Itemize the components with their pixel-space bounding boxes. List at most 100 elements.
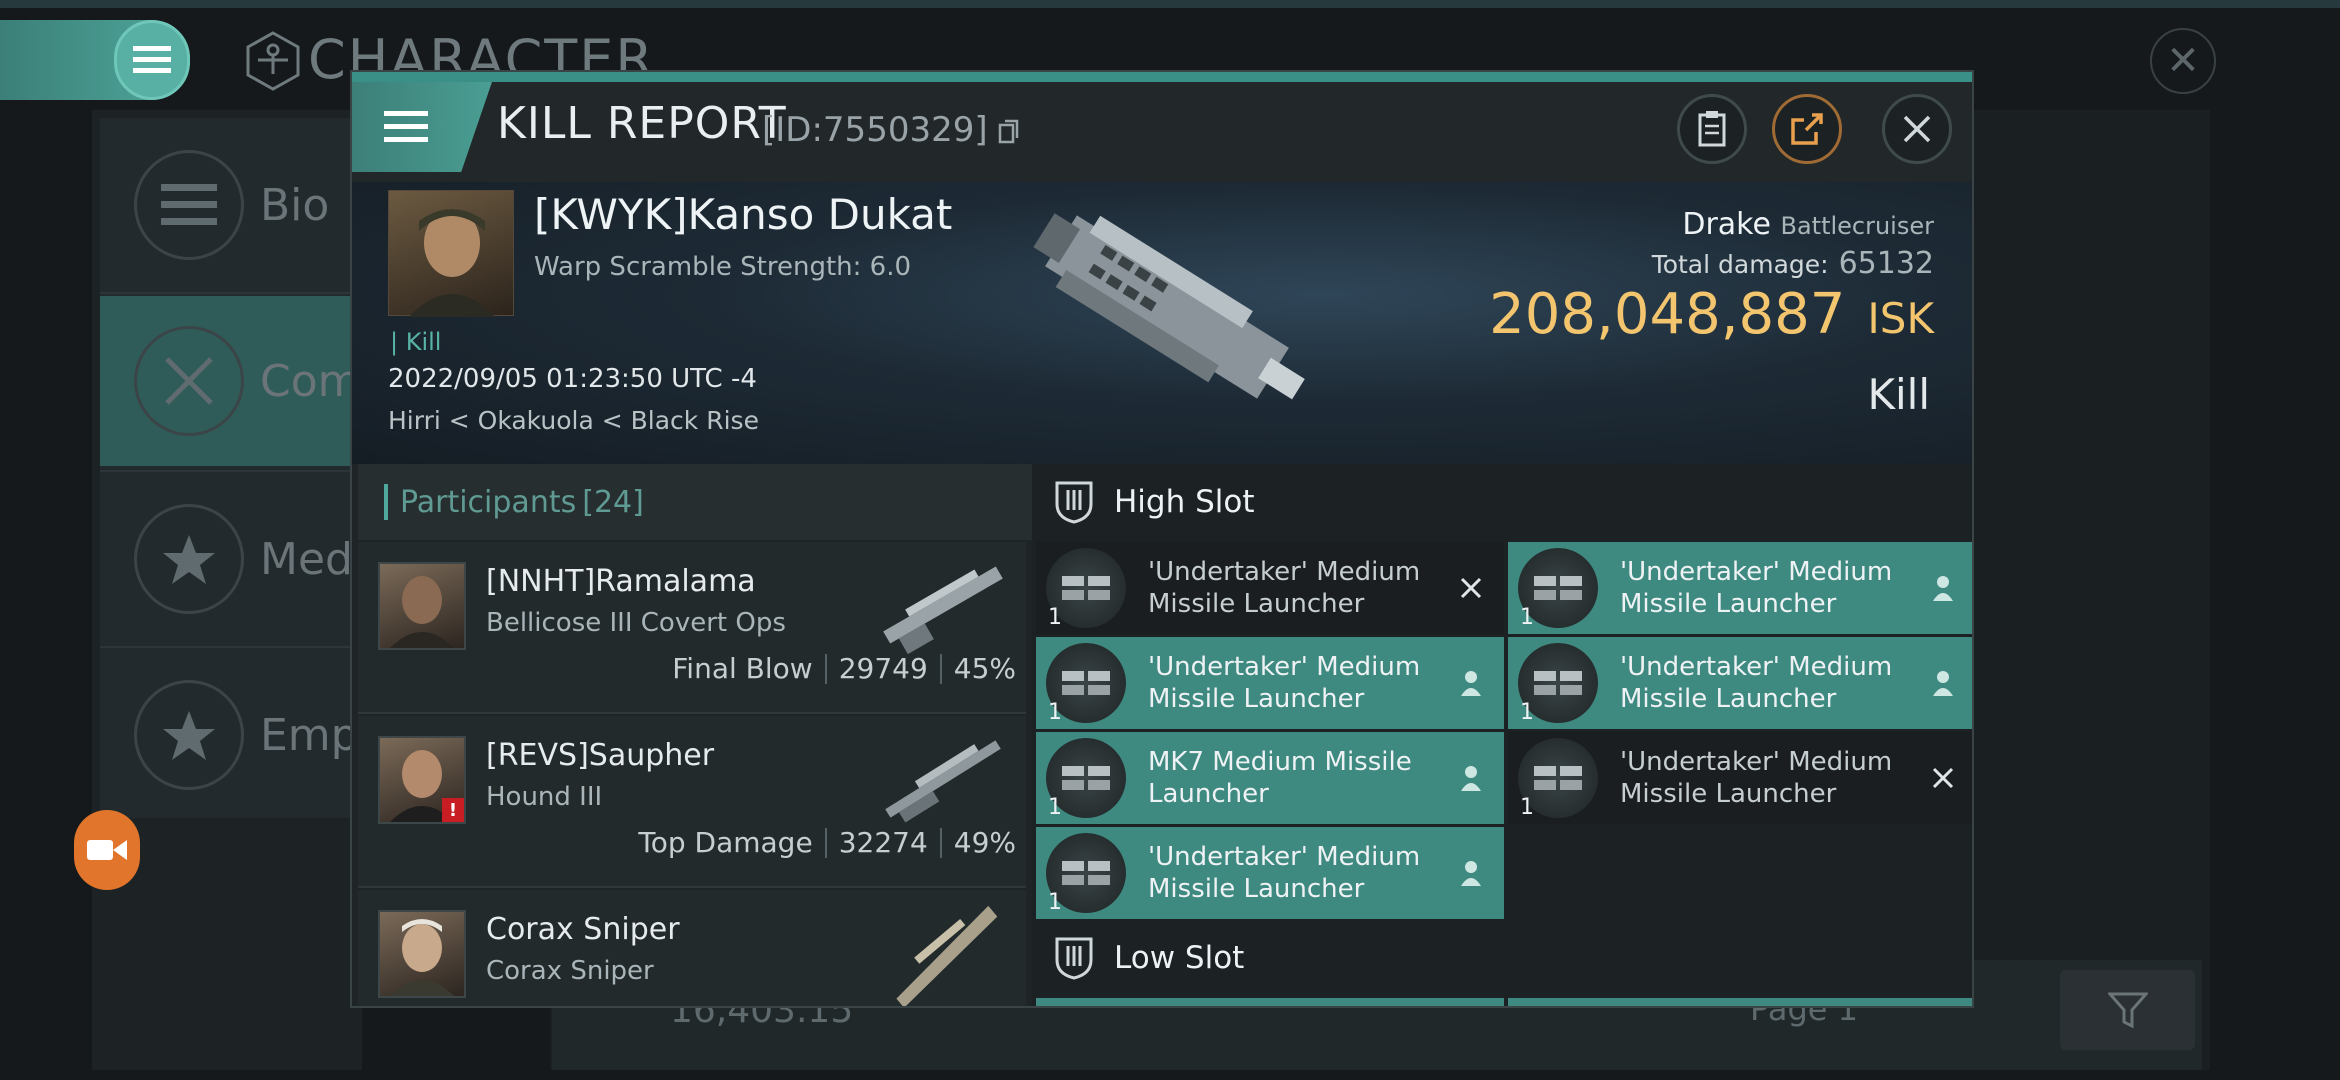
participant-portrait[interactable]: ! — [378, 736, 466, 824]
bellicose-ship-image — [883, 566, 1003, 655]
module-qty: 1 — [1520, 700, 1534, 725]
module-slot[interactable] — [1036, 998, 1504, 1006]
module-name: 'Undertaker' Medium Missile Launcher — [1148, 557, 1421, 619]
isk-unit: ISK — [1867, 294, 1934, 343]
kill-report-dialog: KILL REPORT [ID:7550329] [KWYK]Kanso Duk… — [350, 70, 1974, 1008]
screen-close-button[interactable]: ✕ — [2150, 28, 2216, 94]
module-slot[interactable]: 1 'Undertaker' Medium Missile Launcher — [1508, 637, 1972, 729]
module-slot[interactable]: 1 'Undertaker' Medium Missile Launcher — [1508, 542, 1972, 634]
participant-row[interactable]: Corax Sniper Corax Sniper — [358, 890, 1026, 1006]
participant-ship: Hound III — [486, 782, 603, 812]
module-qty: 1 — [1520, 795, 1534, 820]
kill-location[interactable]: Hirri < Okakuola < Black Rise — [388, 406, 759, 435]
drake-ship-image — [1033, 213, 1305, 400]
dialog-accent-line — [352, 72, 1972, 82]
fitting-panel: High Slot 1 'Undertaker' Medium Missile … — [1032, 464, 1972, 1006]
crossed-swords-icon — [134, 326, 244, 436]
module-slot[interactable]: 1 'Undertaker' Medium Missile Launcher — [1036, 827, 1504, 919]
participant-stats: Final Blow 29749 45% — [672, 652, 1016, 685]
damage-percent: 49% — [953, 826, 1016, 859]
person-icon — [1456, 763, 1486, 793]
participant-row[interactable]: [NNHT]Ramalama Bellicose III Covert Ops … — [358, 542, 1026, 714]
participant-name: [NNHT]Ramalama — [486, 564, 756, 599]
vitruvian-icon — [246, 31, 300, 91]
damage-value: 32274 — [838, 826, 928, 859]
damage-value: 29749 — [838, 652, 928, 685]
total-damage-label: Total damage: — [1651, 250, 1829, 279]
participant-ship: Bellicose III Covert Ops — [486, 608, 786, 638]
share-icon — [1791, 113, 1823, 145]
destroyed-x-icon — [1928, 763, 1958, 793]
victim-ship[interactable]: Drake Battlecruiser — [1682, 207, 1934, 242]
module-slot[interactable] — [1508, 998, 1972, 1006]
copy-icon[interactable] — [998, 119, 1020, 145]
victim-portrait[interactable] — [388, 190, 514, 317]
low-slot-icon — [1055, 937, 1093, 980]
filter-button[interactable] — [2060, 970, 2195, 1050]
module-qty: 1 — [1048, 890, 1062, 915]
missile-launcher-icon: 1 — [1046, 643, 1126, 725]
sidebar-item-label: Bio — [260, 179, 330, 231]
participants-count: [24] — [582, 484, 644, 520]
star-shield-icon — [134, 504, 244, 614]
kill-id[interactable]: [ID:7550329] — [762, 110, 1020, 150]
victim-subtitle: Warp Scramble Strength: 6.0 — [534, 252, 912, 282]
ship-name: Drake — [1682, 207, 1771, 242]
missile-launcher-icon: 1 — [1046, 738, 1126, 820]
stat-label: Top Damage — [638, 826, 813, 859]
participant-ship: Corax Sniper — [486, 956, 654, 986]
main-menu-button[interactable] — [114, 20, 190, 100]
low-slot-label: Low Slot — [1114, 940, 1245, 976]
dialog-close-button[interactable] — [1882, 94, 1952, 164]
participant-portrait[interactable] — [378, 910, 466, 998]
module-name: 'Undertaker' Medium Missile Launcher — [1148, 652, 1421, 714]
stat-label: Final Blow — [672, 652, 813, 685]
module-slot[interactable]: 1 'Undertaker' Medium Missile Launcher — [1508, 732, 1972, 824]
filter-icon — [2107, 992, 2148, 1029]
module-slot[interactable]: 1 MK7 Medium Missile Launcher — [1036, 732, 1504, 824]
share-button[interactable] — [1772, 94, 1842, 164]
module-slot[interactable]: 1 'Undertaker' Medium Missile Launcher — [1036, 637, 1504, 729]
participant-name: [REVS]Saupher — [486, 738, 715, 773]
participant-row[interactable]: ! [REVS]Saupher Hound III Top Damage 3227… — [358, 716, 1026, 888]
corax-ship-image — [896, 905, 998, 1006]
participant-portrait[interactable] — [378, 562, 466, 650]
ship-class: Battlecruiser — [1780, 212, 1934, 240]
sidebar-item-employment[interactable]: Empl — [100, 650, 371, 820]
top-strip — [0, 0, 2340, 8]
module-qty: 1 — [1520, 605, 1534, 630]
clipboard-icon — [1698, 111, 1726, 147]
module-name: MK7 Medium Missile Launcher — [1148, 747, 1412, 809]
participant-stats: Top Damage 32274 49% — [638, 826, 1016, 859]
clipboard-button[interactable] — [1677, 94, 1747, 164]
divider — [100, 470, 362, 472]
isk-amount: 208,048,887 — [1489, 282, 1846, 347]
module-name: 'Undertaker' Medium Missile Launcher — [1620, 652, 1893, 714]
module-qty: 1 — [1048, 605, 1062, 630]
warning-badge-icon: ! — [442, 798, 464, 822]
participants-label: Participants — [400, 484, 577, 520]
kill-tag: | Kill — [390, 328, 442, 356]
record-button[interactable] — [74, 810, 140, 890]
missile-launcher-icon: 1 — [1046, 548, 1126, 630]
list-icon — [134, 150, 244, 260]
close-icon — [1903, 115, 1931, 143]
person-icon — [1456, 858, 1486, 888]
sidebar-item-combat[interactable]: Comb — [100, 296, 388, 466]
low-slot-header: Low Slot — [1032, 920, 1972, 996]
hamburger-icon — [384, 111, 428, 142]
sidebar-item-bio[interactable]: Bio — [100, 120, 362, 290]
victim-name[interactable]: [KWYK]Kanso Dukat — [534, 190, 952, 239]
hamburger-icon — [133, 46, 171, 73]
star-wreath-icon — [134, 680, 244, 790]
module-qty: 1 — [1048, 700, 1062, 725]
person-icon — [1928, 668, 1958, 698]
module-slot[interactable]: 1 'Undertaker' Medium Missile Launcher — [1036, 542, 1504, 634]
module-name: 'Undertaker' Medium Missile Launcher — [1620, 747, 1893, 809]
sidebar-item-medals[interactable]: Meda — [100, 474, 380, 644]
module-name: 'Undertaker' Medium Missile Launcher — [1148, 842, 1421, 904]
missile-launcher-icon: 1 — [1518, 738, 1598, 820]
kill-datetime: 2022/09/05 01:23:50 UTC -4 — [388, 364, 757, 394]
total-damage-value: 65132 — [1838, 246, 1934, 281]
total-damage: Total damage: 65132 — [1652, 246, 1934, 281]
